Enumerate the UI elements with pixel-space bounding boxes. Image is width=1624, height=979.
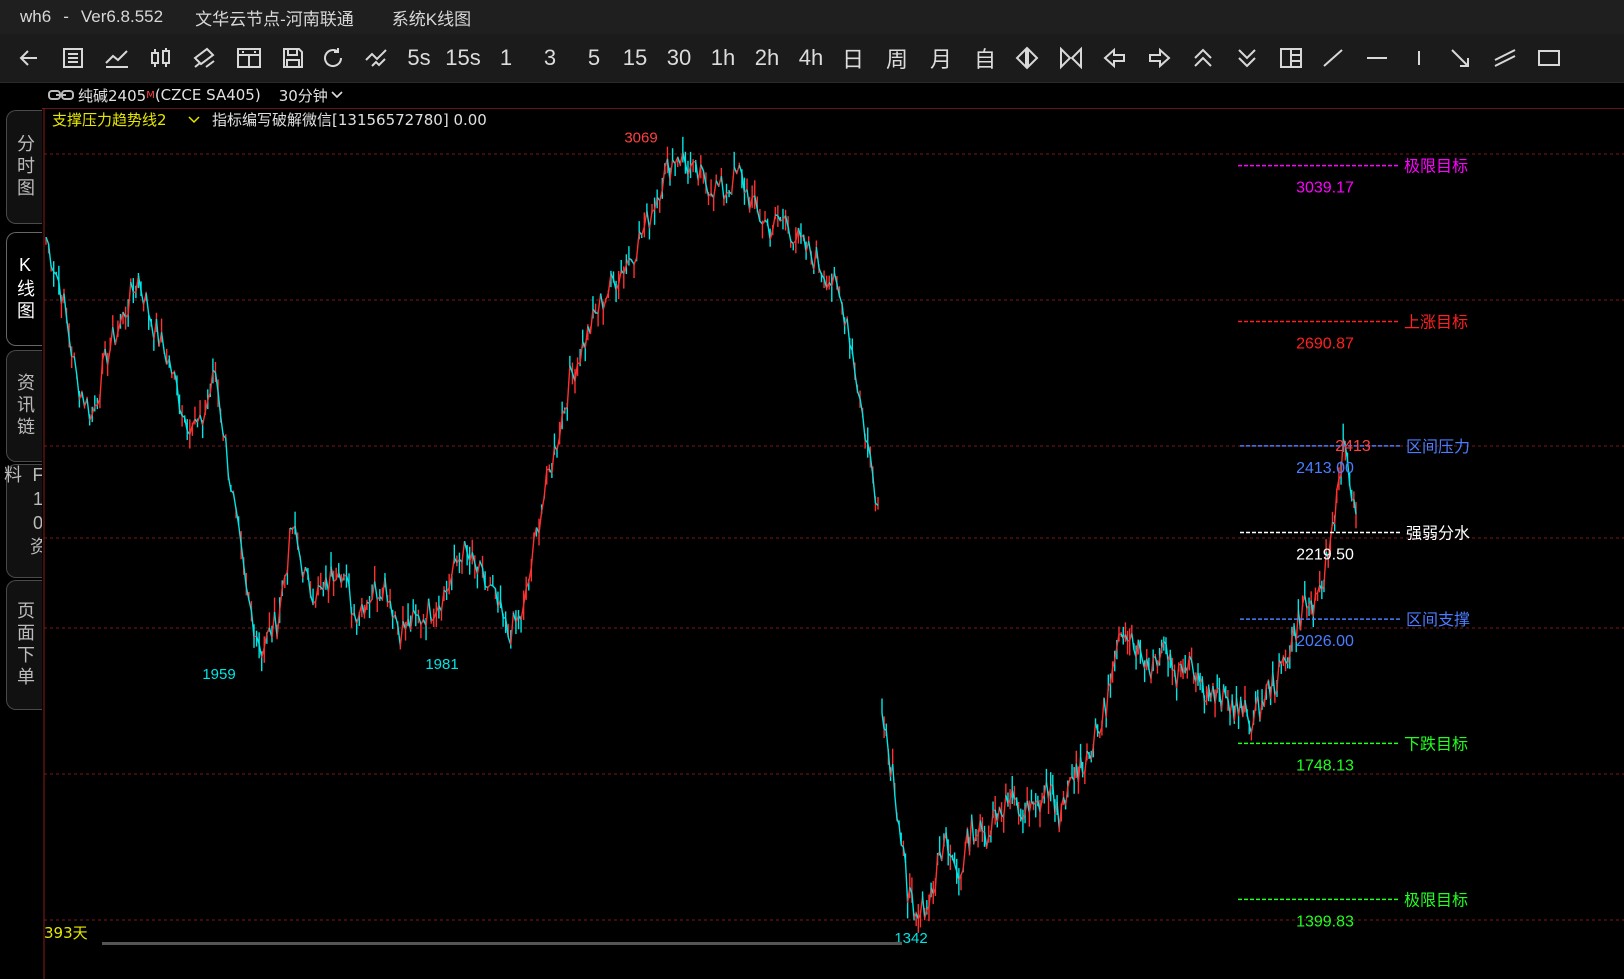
- horizontal-scrollbar[interactable]: [102, 942, 902, 945]
- symbol-code: (CZCE SA405): [154, 86, 261, 104]
- target-value: 1399.83: [1296, 913, 1354, 930]
- toolbar: 5s 15s 1 3 5 15 30 1h 2h 4h 日 周 月 自: [0, 34, 1624, 83]
- pressure-tag: 2413: [1335, 438, 1371, 455]
- price-segment: [1204, 700, 1207, 703]
- target-name: 上涨目标: [1404, 312, 1468, 331]
- target-name: 区间压力: [1406, 437, 1470, 456]
- target-value: 2690.87: [1296, 335, 1354, 352]
- hline-tool-icon[interactable]: [1362, 42, 1392, 74]
- price-segment: [502, 616, 506, 619]
- period-month[interactable]: 月: [928, 42, 954, 74]
- shrink-icon[interactable]: [1056, 42, 1086, 74]
- chevron-down-icon[interactable]: [331, 91, 343, 99]
- period-1[interactable]: 1: [494, 42, 518, 74]
- tab-f10[interactable]: F10资料: [2, 464, 48, 578]
- main-contract-mark: M: [146, 89, 155, 101]
- refresh-icon[interactable]: [318, 42, 348, 74]
- extreme-label-high: 3069: [624, 129, 657, 146]
- symbol-info-bar: 纯碱2405 M (CZCE SA405) 30分钟: [42, 82, 1624, 108]
- period-2h[interactable]: 2h: [752, 42, 782, 74]
- target-name: 极限目标: [1404, 157, 1468, 176]
- period-selector[interactable]: 30分钟: [279, 85, 328, 106]
- scroll-right-icon[interactable]: [1144, 42, 1174, 74]
- link-icon[interactable]: [48, 88, 74, 102]
- expand-icon[interactable]: [1012, 42, 1042, 74]
- indicator-name[interactable]: 支撑压力趋势线2: [52, 111, 167, 129]
- view-name: 系统K线图: [391, 9, 472, 29]
- app-name: wh6: [20, 7, 52, 26]
- period-custom[interactable]: 自: [972, 42, 998, 74]
- target-value: 1748.13: [1296, 757, 1354, 774]
- extreme-label-low-2: 1981: [425, 656, 458, 673]
- candle-icon[interactable]: [146, 42, 176, 74]
- price-segment: [1127, 639, 1130, 642]
- period-3[interactable]: 3: [538, 42, 562, 74]
- target-value: 2413.00: [1296, 460, 1354, 477]
- rect-tool-icon[interactable]: [1534, 42, 1564, 74]
- period-15[interactable]: 15: [620, 42, 650, 74]
- target-value: 2026.00: [1296, 633, 1354, 650]
- pen-icon[interactable]: [190, 42, 220, 74]
- target-name: 区间支撑: [1406, 610, 1470, 629]
- period-5s[interactable]: 5s: [404, 42, 434, 74]
- price-segment: [94, 404, 98, 407]
- server-node: 文华云节点-河南联通: [195, 9, 354, 29]
- tab-kline[interactable]: K线图: [6, 232, 43, 346]
- period-1h[interactable]: 1h: [708, 42, 738, 74]
- chart-background: [42, 108, 1624, 979]
- period-day[interactable]: 日: [840, 42, 866, 74]
- zoom-out-icon[interactable]: [1232, 42, 1262, 74]
- symbol-name: 纯碱2405: [78, 86, 147, 105]
- period-15s[interactable]: 15s: [445, 42, 480, 74]
- target-name: 强弱分水: [1406, 523, 1470, 542]
- period-week[interactable]: 周: [884, 42, 910, 74]
- app-version: Ver6.8.552: [80, 7, 164, 26]
- kline-chart[interactable]: 极限目标 3039.17 上涨目标 2690.87 区间压力 2413.00 强弱分水 221…: [42, 108, 1624, 979]
- compare-icon[interactable]: [362, 42, 392, 74]
- channel-tool-icon[interactable]: [1490, 42, 1520, 74]
- period-5[interactable]: 5: [582, 42, 606, 74]
- back-icon[interactable]: [14, 42, 44, 74]
- zoom-in-icon[interactable]: [1188, 42, 1218, 74]
- layout-icon[interactable]: [234, 42, 264, 74]
- scroll-left-icon[interactable]: [1100, 42, 1130, 74]
- price-segment: [1082, 772, 1086, 775]
- target-value: 3039.17: [1296, 180, 1354, 197]
- title-separator: -: [63, 7, 69, 26]
- price-segment: [489, 584, 494, 587]
- tab-news[interactable]: 资讯链: [6, 350, 43, 462]
- tab-order[interactable]: 页面下单: [6, 580, 43, 710]
- tab-timeshare[interactable]: 分时图: [6, 110, 43, 224]
- target-value: 2219.50: [1296, 546, 1354, 563]
- extreme-label-low-1: 1959: [202, 666, 235, 683]
- period-30[interactable]: 30: [664, 42, 694, 74]
- period-4h[interactable]: 4h: [796, 42, 826, 74]
- split-icon[interactable]: [1276, 42, 1306, 74]
- save-icon[interactable]: [278, 42, 308, 74]
- target-name: 极限目标: [1404, 890, 1468, 909]
- indicator-note: 指标编写破解微信[13156572780] 0.00: [212, 111, 487, 129]
- trend-icon[interactable]: [102, 42, 132, 74]
- ray-tool-icon[interactable]: [1446, 42, 1476, 74]
- line-tool-icon[interactable]: [1318, 42, 1348, 74]
- list-icon[interactable]: [58, 42, 88, 74]
- title-bar: wh6 - Ver6.8.552 文华云节点-河南联通 系统K线图: [0, 0, 1624, 34]
- side-tabs: 分时图 K线图 资讯链 F10资料 页面下单: [0, 108, 48, 979]
- vline-tool-icon[interactable]: [1404, 42, 1434, 74]
- target-name: 下跌目标: [1404, 734, 1468, 753]
- days-count: 393天: [44, 924, 88, 942]
